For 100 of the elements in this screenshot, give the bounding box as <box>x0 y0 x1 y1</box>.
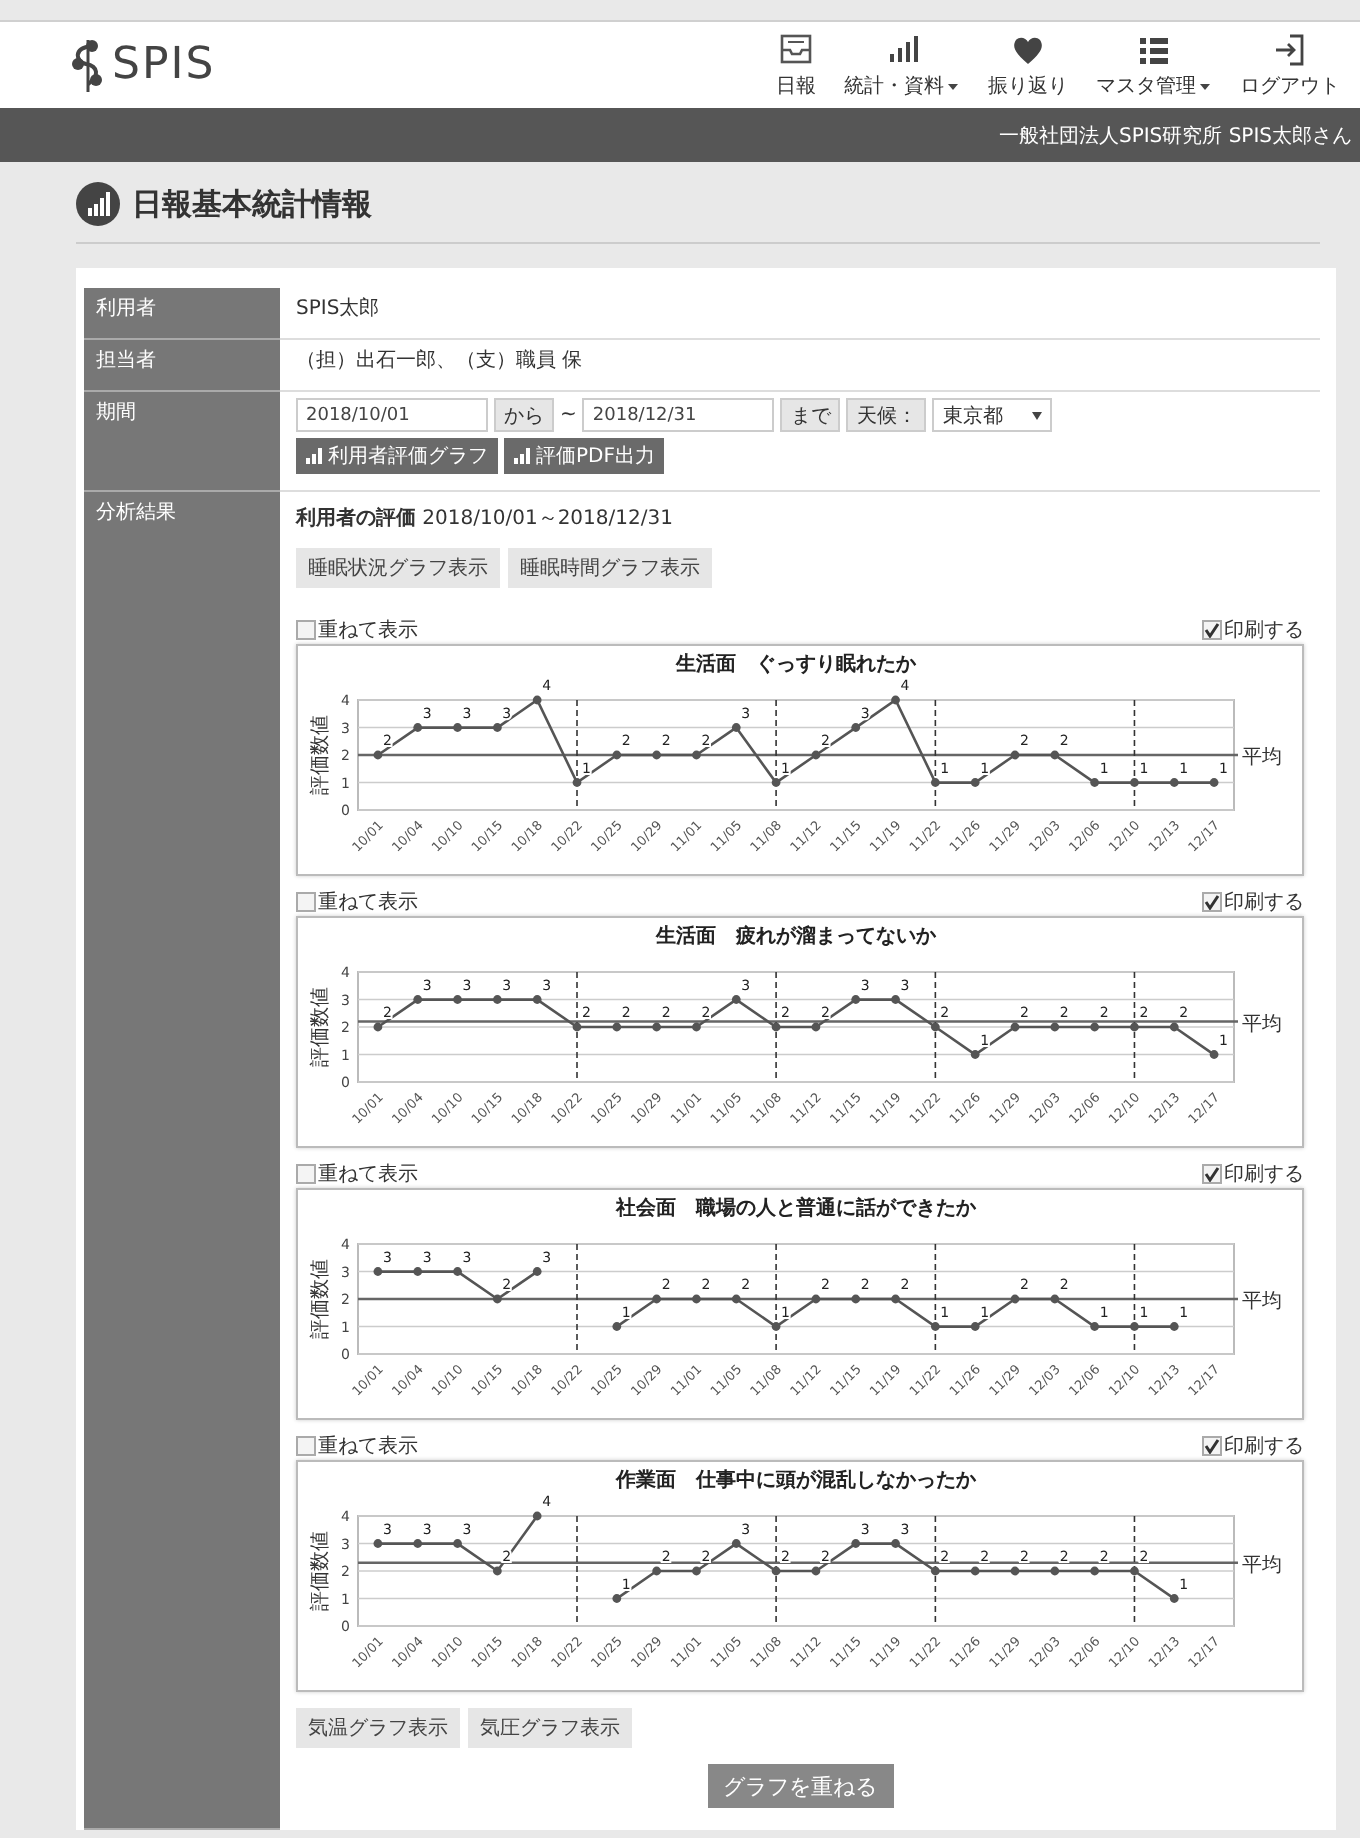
data-point <box>851 1539 861 1548</box>
data-point <box>453 995 462 1004</box>
row-label: 担当者 <box>84 340 280 392</box>
data-point <box>1090 1322 1100 1331</box>
reference-line <box>775 699 777 811</box>
reference-line <box>775 1515 777 1627</box>
checkbox[interactable] <box>1202 620 1222 640</box>
checkbox[interactable] <box>296 1436 316 1456</box>
data-point <box>851 1294 861 1304</box>
data-point <box>731 1539 741 1548</box>
checkbox[interactable] <box>1202 1164 1222 1184</box>
data-point <box>692 1294 701 1304</box>
reference-line <box>576 971 578 1083</box>
data-point <box>1169 1594 1179 1603</box>
row-label: 利用者 <box>84 288 280 340</box>
data-point <box>1090 1566 1100 1576</box>
check-icon <box>1204 1166 1220 1182</box>
data-point <box>453 1539 462 1548</box>
reference-line <box>775 1243 777 1355</box>
action-button[interactable]: 利用者評価グラフ <box>296 438 498 474</box>
data-point <box>492 1294 502 1304</box>
data-point <box>811 1294 821 1304</box>
data-point <box>612 1322 622 1331</box>
data-point <box>811 1566 821 1576</box>
checkbox[interactable] <box>1202 1436 1222 1456</box>
data-point <box>1209 1050 1219 1059</box>
check-icon <box>1204 894 1220 910</box>
data-point <box>612 1594 622 1603</box>
date-field[interactable]: 2018/12/31 <box>582 398 775 432</box>
nav-item[interactable]: 統計・資料 <box>844 31 960 99</box>
data-point <box>811 750 821 760</box>
overlay-button[interactable]: グラフを重ねる <box>707 1764 893 1808</box>
data-point <box>1169 1022 1179 1032</box>
graph-button[interactable]: 気温グラフ表示 <box>296 1708 460 1748</box>
inbox-icon <box>778 31 814 67</box>
data-point <box>413 995 423 1004</box>
checkbox-label: 重ねて表示 <box>318 617 418 644</box>
data-point <box>970 778 980 787</box>
data-point <box>612 1022 622 1032</box>
reference-line <box>934 1515 937 1627</box>
nav-item[interactable]: ログアウト <box>1240 31 1340 99</box>
data-point <box>970 1050 980 1059</box>
data-point <box>771 1322 781 1331</box>
staff-names: （担）出石一郎、（支）職員 保 <box>296 347 585 374</box>
nav-item[interactable]: マスタ管理 <box>1096 31 1212 99</box>
reference-line <box>1133 1243 1136 1355</box>
data-point <box>771 778 781 787</box>
data-point <box>970 1322 980 1331</box>
data-point <box>930 1022 940 1032</box>
data-point <box>492 995 502 1004</box>
analysis-heading: 利用者の評価 2018/10/01～2018/12/31 <box>296 505 675 532</box>
data-point <box>1209 778 1219 787</box>
checkbox-label: 印刷する <box>1224 889 1304 916</box>
chart-title: 作業面 仕事中に頭が混乱しなかったか <box>616 1470 976 1492</box>
data-point <box>532 695 542 705</box>
reference-line <box>576 1243 578 1355</box>
reference-line <box>775 971 777 1083</box>
data-point <box>532 1267 542 1276</box>
data-point <box>373 1267 383 1276</box>
data-point <box>373 1539 383 1548</box>
reference-line <box>1133 1515 1136 1627</box>
graph-button[interactable]: 睡眠時間グラフ表示 <box>508 548 712 588</box>
nav-item[interactable]: 日報 <box>776 31 816 99</box>
graph-button[interactable]: 気圧グラフ表示 <box>468 1708 632 1748</box>
average-label: 平均 <box>1242 1013 1282 1036</box>
data-point <box>612 750 622 760</box>
chart-icon <box>76 182 120 226</box>
caret-icon <box>1032 411 1043 419</box>
graph-button[interactable]: 睡眠状況グラフ表示 <box>296 548 500 588</box>
data-point <box>453 723 462 732</box>
data-point <box>891 995 900 1004</box>
date-field[interactable]: 2018/10/01 <box>296 398 488 432</box>
account-name: 一般社団法人SPIS研究所 SPIS太郎さん <box>998 123 1352 149</box>
bar-chart-icon <box>514 448 530 464</box>
field-label: 天候： <box>846 398 927 432</box>
checkbox[interactable] <box>296 892 316 912</box>
data-point <box>652 1022 662 1032</box>
data-point <box>1050 1566 1060 1576</box>
data-point <box>413 1539 423 1548</box>
average-label: 平均 <box>1242 1554 1282 1577</box>
action-button[interactable]: 評価PDF出力 <box>504 438 665 474</box>
data-point <box>1010 1294 1020 1304</box>
nav-item[interactable]: 振り返り <box>988 31 1068 99</box>
data-point <box>771 1022 781 1032</box>
data-point <box>572 778 582 787</box>
data-point <box>692 1022 701 1032</box>
checkbox-label: 印刷する <box>1224 1433 1304 1460</box>
logout-icon <box>1272 31 1308 67</box>
checkbox[interactable] <box>296 620 316 640</box>
user-name: SPIS太郎 <box>296 295 382 322</box>
checkbox[interactable] <box>1202 892 1222 912</box>
check-icon <box>1204 622 1220 638</box>
checkbox[interactable] <box>296 1164 316 1184</box>
data-point <box>1169 1322 1179 1331</box>
data-point <box>771 1566 781 1576</box>
checkbox-label: 重ねて表示 <box>318 1161 418 1188</box>
weather-select[interactable]: 東京都 <box>932 398 1053 432</box>
logo-icon <box>68 35 108 95</box>
data-point <box>532 995 542 1004</box>
reference-line <box>934 699 937 811</box>
